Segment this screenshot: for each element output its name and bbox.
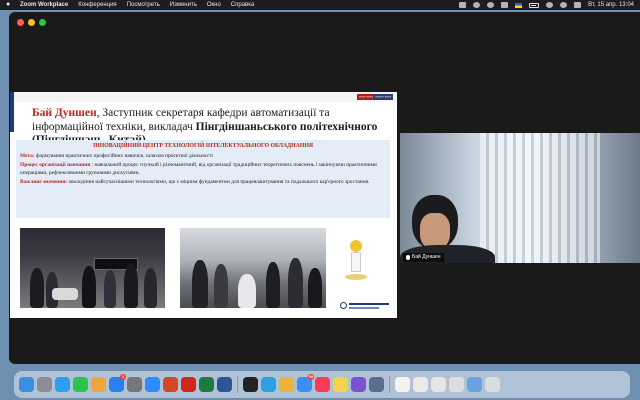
battery-icon[interactable] (529, 2, 540, 8)
menu-bar-tray: Вт, 15 апр. 13:04 (459, 0, 634, 10)
notification-badge: 99 (308, 374, 314, 380)
background-window (480, 133, 600, 263)
terminal-icon[interactable] (243, 377, 258, 392)
launchpad-icon[interactable] (37, 377, 52, 392)
app-store-icon[interactable]: 3 (109, 374, 126, 392)
menu-help[interactable]: Справка (231, 0, 255, 10)
dock: 3 99 (14, 371, 630, 398)
notes-icon[interactable] (333, 377, 348, 392)
notification-badge: 3 (120, 374, 126, 380)
lab-photo-robot-dog (20, 228, 165, 308)
participant-name-label: Бай Дуншен (403, 253, 444, 262)
excel-icon[interactable] (199, 377, 214, 392)
info-value: оволодіння найсучаснішими технологіями, … (67, 179, 370, 185)
mascot-figure (343, 240, 369, 284)
menu-edit[interactable]: Изменить (170, 0, 197, 10)
facetime-icon[interactable] (73, 377, 88, 392)
zoom-icon[interactable] (145, 377, 160, 392)
menu-app-name[interactable]: Zoom Workplace (20, 0, 68, 10)
menu-view[interactable]: Посмотреть (127, 0, 160, 10)
zoom-meeting-window: ???? ???? ????? ???? Бай Дуншен, Заступн… (9, 12, 640, 364)
settings-icon[interactable] (127, 377, 142, 392)
cloud-tray-icon[interactable] (487, 2, 495, 8)
input-source-icon[interactable] (515, 2, 523, 8)
mail-icon[interactable]: 99 (297, 374, 314, 392)
music-icon[interactable] (315, 377, 330, 392)
menu-clock[interactable]: Вт, 15 апр. 13:04 (588, 0, 634, 10)
zoom-tray-icon[interactable] (459, 2, 467, 8)
college-logo (340, 301, 392, 311)
search-icon[interactable] (560, 2, 568, 8)
person-figure (144, 268, 157, 308)
dock-separator (237, 376, 238, 393)
person-figure (30, 268, 44, 308)
chrome-icon[interactable] (279, 377, 294, 392)
person-figure (104, 270, 116, 308)
menu-conference[interactable]: Конференция (78, 0, 116, 10)
info-key: Мета: (20, 153, 35, 159)
shared-screen-slide: ???? ???? ????? ???? Бай Дуншен, Заступн… (10, 92, 397, 318)
fullscreen-window-button[interactable] (39, 19, 46, 26)
info-key: Важливе значення: (20, 179, 68, 185)
viber-icon[interactable] (351, 377, 366, 392)
document-4-icon[interactable] (449, 377, 464, 392)
minimize-window-button[interactable] (28, 19, 35, 26)
info-key: Процес організації навчання (20, 162, 91, 168)
document-2-icon[interactable] (413, 377, 428, 392)
slide-accent-stripe (10, 92, 14, 132)
finder-icon[interactable] (19, 377, 34, 392)
control-center-icon[interactable] (574, 2, 582, 8)
downloads-icon[interactable] (467, 377, 482, 392)
person-figure (192, 260, 208, 308)
person-figure (288, 258, 303, 308)
wifi-icon[interactable] (546, 2, 554, 8)
trash-icon[interactable] (485, 377, 500, 392)
lab-photo-robot-arm (180, 228, 326, 308)
person-figure (214, 264, 228, 308)
participant-name: Бай Дуншен (412, 254, 441, 260)
speaker-institution: Пінгдіншаньського політехнічного (195, 120, 378, 133)
info-line-goal: Мета: формування практичних професійних … (20, 152, 386, 160)
dock-separator (389, 376, 390, 393)
document-1-icon[interactable] (395, 377, 410, 392)
slide-top-bar: ???? ???? ????? ???? (10, 92, 397, 102)
info-line-importance: Важливе значення: оволодіння найсучасніш… (20, 178, 386, 186)
microphone-icon (406, 255, 410, 260)
word-icon[interactable] (217, 377, 232, 392)
telegram-icon[interactable] (261, 377, 276, 392)
menu-window[interactable]: Окно (207, 0, 221, 10)
close-window-button[interactable] (17, 19, 24, 26)
person-figure (308, 268, 322, 308)
info-box-title: ІННОВАЦІЙНИЙ ЦЕНТР ТЕХНОЛОГІЙ ІНТЕЛЕКТУА… (92, 143, 314, 149)
person-figure (124, 264, 138, 308)
slide-tag: ????? ???? (373, 94, 393, 100)
participant-video-tile[interactable]: Бай Дуншен (400, 133, 640, 263)
photos-icon[interactable] (91, 377, 106, 392)
apple-icon[interactable]: ● (6, 0, 14, 10)
powerpoint-icon[interactable] (163, 377, 178, 392)
document-3-icon[interactable] (431, 377, 446, 392)
info-box: ІННОВАЦІЙНИЙ ЦЕНТР ТЕХНОЛОГІЙ ІНТЕЛЕКТУА… (16, 140, 390, 218)
robot-dog (52, 288, 78, 300)
info-line-process: Процес організації навчання : навчальний… (20, 161, 386, 177)
display-tray-icon[interactable] (501, 2, 509, 8)
preview-icon[interactable] (369, 377, 384, 392)
participant-face (420, 213, 450, 249)
menu-bar: ● Zoom Workplace Конференция Посмотреть … (0, 0, 640, 10)
info-value: формування практичних професійних навичо… (34, 153, 213, 159)
safari-icon[interactable] (55, 377, 70, 392)
person-figure (82, 266, 96, 308)
speaker-name: Бай Дуншен (32, 107, 97, 119)
person-figure (266, 262, 280, 308)
robot-machine (238, 274, 256, 308)
acrobat-icon[interactable] (181, 377, 196, 392)
dropbox-tray-icon[interactable] (473, 2, 481, 8)
